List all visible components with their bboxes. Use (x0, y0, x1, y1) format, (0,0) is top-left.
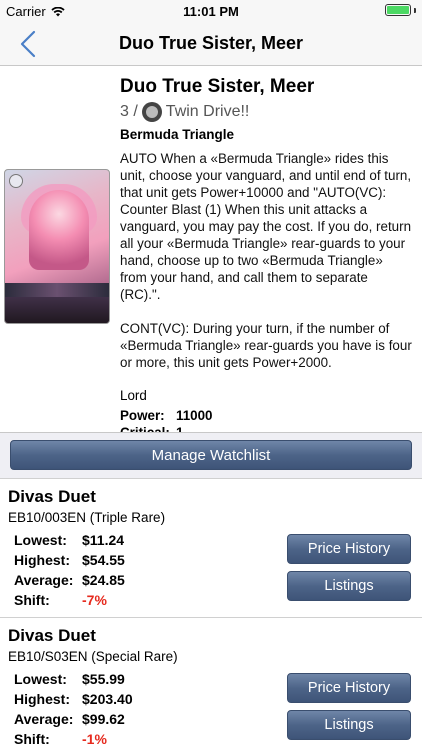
average-label: Average: (14, 572, 74, 588)
card-grade-icon (9, 174, 23, 188)
power-label: Power: (120, 408, 165, 423)
effect-cont: CONT(VC): During your turn, if the numbe… (120, 321, 412, 370)
set-code: EB10/003EN (Triple Rare) (8, 510, 166, 525)
average-label: Average: (14, 711, 74, 727)
shift-value: -1% (82, 731, 107, 747)
highest-value: $203.40 (82, 691, 133, 707)
status-time: 11:01 PM (183, 4, 239, 19)
navigation-bar: Duo True Sister, Meer (0, 22, 422, 66)
shift-row: Shift: -7% (14, 590, 125, 610)
manage-watchlist-button[interactable]: Manage Watchlist (10, 440, 412, 470)
battery-tip (414, 7, 416, 13)
lowest-value: $55.99 (82, 671, 125, 687)
battery-icon (385, 4, 411, 16)
highest-row: Highest: $203.40 (14, 689, 133, 709)
lowest-row: Lowest: $11.24 (14, 530, 125, 550)
highest-row: Highest: $54.55 (14, 550, 125, 570)
listing-item: Divas Duet EB10/S03EN (Special Rare) Low… (0, 617, 422, 750)
card-detail: Duo True Sister, Meer 3 / Twin Drive!! B… (0, 66, 422, 440)
card-grade: 3 / (120, 103, 138, 120)
chevron-left-icon (20, 30, 36, 58)
shift-label: Shift: (14, 731, 50, 747)
power-value: 11000 (176, 408, 213, 423)
twin-drive-icon (141, 102, 162, 122)
watchlist-section: Manage Watchlist (0, 432, 422, 478)
price-history-button[interactable]: Price History (287, 534, 411, 564)
shift-row: Shift: -1% (14, 729, 133, 749)
highest-value: $54.55 (82, 552, 125, 568)
lowest-label: Lowest: (14, 671, 67, 687)
set-name: Divas Duet (8, 626, 96, 645)
back-button[interactable] (14, 28, 44, 60)
set-name: Divas Duet (8, 487, 96, 506)
lowest-label: Lowest: (14, 532, 67, 548)
card-effect: AUTO When a «Bermuda Triangle» rides thi… (120, 150, 412, 371)
price-table: Lowest: $55.99 Highest: $203.40 Average:… (14, 669, 133, 749)
shift-value: -7% (82, 592, 107, 608)
average-value: $24.85 (82, 572, 125, 588)
card-image (4, 169, 110, 324)
grade-skill-line: 3 / Twin Drive!! (120, 101, 412, 123)
shift-label: Shift: (14, 592, 50, 608)
lowest-value: $11.24 (82, 532, 125, 548)
card-clan: Bermuda Triangle (120, 127, 235, 142)
card-info: Duo True Sister, Meer 3 / Twin Drive!! B… (120, 76, 412, 441)
listings-button[interactable]: Listings (287, 571, 411, 601)
listing-item: Divas Duet EB10/003EN (Triple Rare) Lowe… (0, 478, 422, 618)
average-row: Average: $99.62 (14, 709, 133, 729)
lowest-row: Lowest: $55.99 (14, 669, 133, 689)
status-right (385, 4, 416, 16)
nav-title: Duo True Sister, Meer (118, 33, 304, 53)
highest-label: Highest: (14, 552, 70, 568)
status-bar: Carrier 11:01 PM (0, 0, 422, 22)
card-skill: Twin Drive!! (165, 103, 250, 120)
card-race: Lord (120, 388, 147, 403)
average-value: $99.62 (82, 711, 125, 727)
power-row: Power: 11000 (120, 407, 412, 424)
card-name: Duo True Sister, Meer (120, 76, 315, 97)
listings-button[interactable]: Listings (287, 710, 411, 740)
set-code: EB10/S03EN (Special Rare) (8, 649, 178, 664)
price-table: Lowest: $11.24 Highest: $54.55 Average: … (14, 530, 125, 610)
average-row: Average: $24.85 (14, 570, 125, 590)
price-history-button[interactable]: Price History (287, 673, 411, 703)
effect-auto: AUTO When a «Bermuda Triangle» rides thi… (120, 151, 412, 302)
highest-label: Highest: (14, 691, 70, 707)
